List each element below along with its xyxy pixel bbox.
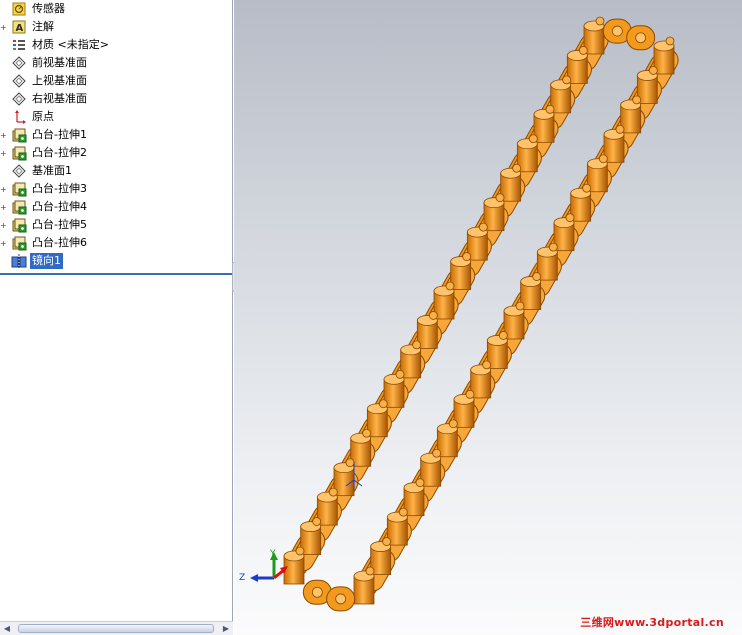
tree-item[interactable]: 前视基准面 — [0, 54, 233, 72]
tree-item-label: 凸台-拉伸4 — [32, 200, 87, 213]
sensor-icon — [11, 1, 27, 17]
tree-item[interactable]: 上视基准面 — [0, 72, 233, 90]
expand-icon[interactable]: + — [0, 150, 7, 158]
tree-item-label: 凸台-拉伸5 — [32, 218, 87, 231]
scrollbar-thumb[interactable] — [18, 624, 214, 633]
expand-icon[interactable]: + — [0, 186, 7, 194]
tree-item[interactable]: 基准面1 — [0, 162, 233, 180]
graphics-viewport[interactable]: Z Y 三维网www.3dportal.cn — [234, 0, 742, 635]
watermark: 三维网www.3dportal.cn — [580, 616, 724, 629]
triad-z-label: Z — [239, 573, 245, 583]
tree-item[interactable]: + 凸台-拉伸5 — [0, 216, 233, 234]
expand-icon[interactable]: + — [0, 222, 7, 230]
extrude-icon — [11, 199, 27, 215]
tree-item[interactable]: + 凸台-拉伸3 — [0, 180, 233, 198]
chain-end-curve — [602, 18, 656, 51]
annotation-icon: A — [11, 19, 27, 35]
tree-item[interactable]: 原点 — [0, 108, 233, 126]
reference-triad: Z Y — [239, 549, 288, 583]
extrude-icon — [11, 145, 27, 161]
tree-horizontal-scrollbar[interactable]: ◀ ▶ — [0, 621, 233, 635]
tree-item-label: 上视基准面 — [32, 74, 87, 87]
extrude-icon — [11, 127, 27, 143]
extrude-icon — [11, 235, 27, 251]
tree-item-label: 材质 <未指定> — [32, 38, 109, 51]
tree-item-label: 凸台-拉伸3 — [32, 182, 87, 195]
tree-item[interactable]: 右视基准面 — [0, 90, 233, 108]
extrude-icon — [11, 217, 27, 233]
tree-item[interactable]: + A 注解 — [0, 18, 233, 36]
mirror-icon — [11, 253, 27, 269]
tree-item-label: 凸台-拉伸2 — [32, 146, 87, 159]
origin-icon — [11, 109, 27, 125]
tree-item[interactable]: + 凸台-拉伸4 — [0, 198, 233, 216]
tree-item-label: 凸台-拉伸6 — [32, 236, 87, 249]
expand-icon[interactable]: + — [0, 240, 7, 248]
tree-item[interactable]: + 凸台-拉伸1 — [0, 126, 233, 144]
rollback-bar[interactable] — [0, 273, 233, 275]
expand-icon[interactable]: + — [0, 204, 7, 212]
plane-icon — [11, 73, 27, 89]
tree-item-label: 原点 — [32, 110, 54, 123]
tree-item-label: 基准面1 — [32, 164, 72, 177]
scroll-right-arrow-icon[interactable]: ▶ — [219, 622, 233, 635]
tree-item-label: 右视基准面 — [32, 92, 87, 105]
feature-manager-tree: 传感器 + A 注解 材质 <未指定> 前视基准面 上视基准面 右视基准面 原点 + 凸台-拉伸1 +… — [0, 0, 233, 635]
material-icon — [11, 37, 27, 53]
plane-icon — [11, 163, 27, 179]
chain-end-curve — [302, 579, 356, 612]
feature-tree-list: 传感器 + A 注解 材质 <未指定> 前视基准面 上视基准面 右视基准面 原点 + 凸台-拉伸1 +… — [0, 0, 233, 270]
plane-icon — [11, 91, 27, 107]
extrude-icon — [11, 181, 27, 197]
tree-item-label: 凸台-拉伸1 — [32, 128, 87, 141]
tree-item-label: 镜向1 — [30, 253, 63, 269]
tree-item[interactable]: + 凸台-拉伸6 — [0, 234, 233, 252]
tree-item-label: 前视基准面 — [32, 56, 87, 69]
triad-y-label: Y — [269, 549, 276, 559]
tree-item-label: 传感器 — [32, 2, 65, 15]
scroll-left-arrow-icon[interactable]: ◀ — [0, 622, 14, 635]
tree-item[interactable]: + 凸台-拉伸2 — [0, 144, 233, 162]
expand-icon[interactable]: + — [0, 132, 7, 140]
tree-item-label: 注解 — [32, 20, 54, 33]
plane-icon — [11, 55, 27, 71]
tree-item[interactable]: 材质 <未指定> — [0, 36, 233, 54]
chain-strand — [353, 36, 679, 605]
tree-item[interactable]: 传感器 — [0, 0, 233, 18]
roller-chain-model — [283, 16, 679, 612]
expand-icon[interactable]: + — [0, 24, 7, 32]
svg-text:A: A — [16, 23, 24, 34]
chain-roller — [353, 566, 375, 605]
tree-item[interactable]: 镜向1 — [0, 252, 233, 270]
chain-strand — [283, 16, 609, 585]
